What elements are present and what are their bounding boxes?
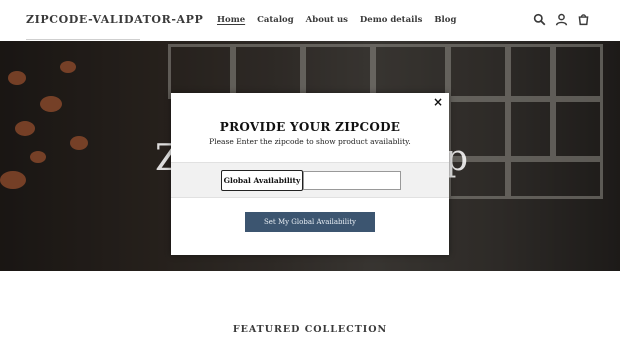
zipcode-modal: × PROVIDE YOUR ZIPCODE Please Enter the … [171, 93, 449, 255]
main-nav: Home Catalog About us Demo details Blog [217, 15, 456, 25]
zipcode-input[interactable] [303, 171, 401, 190]
featured-collection-heading: FEATURED COLLECTION [232, 324, 388, 335]
zipcode-input-row: Global Availability [171, 162, 449, 198]
account-icon[interactable] [555, 13, 568, 26]
modal-title: PROVIDE YOUR ZIPCODE [219, 120, 401, 134]
cart-icon[interactable] [577, 13, 590, 26]
site-header: ZIPCODE-VALIDATOR-APP Home Catalog About… [0, 0, 620, 41]
nav-item-blog[interactable]: Blog [434, 15, 456, 25]
nav-item-catalog[interactable]: Catalog [257, 15, 294, 25]
site-logo[interactable]: ZIPCODE-VALIDATOR-APP [26, 13, 203, 26]
nav-item-demo-details[interactable]: Demo details [360, 15, 422, 25]
logo-divider [26, 39, 140, 40]
nav-item-home[interactable]: Home [217, 15, 245, 25]
global-availability-label: Global Availability [221, 170, 303, 191]
search-icon[interactable] [533, 13, 546, 26]
modal-subtitle: Please Enter the zipcode to show product… [209, 137, 411, 146]
nav-item-about-us[interactable]: About us [306, 15, 348, 25]
set-availability-button[interactable]: Set My Global Availability [245, 212, 375, 232]
header-icons [533, 13, 590, 26]
close-icon[interactable]: × [433, 95, 443, 109]
